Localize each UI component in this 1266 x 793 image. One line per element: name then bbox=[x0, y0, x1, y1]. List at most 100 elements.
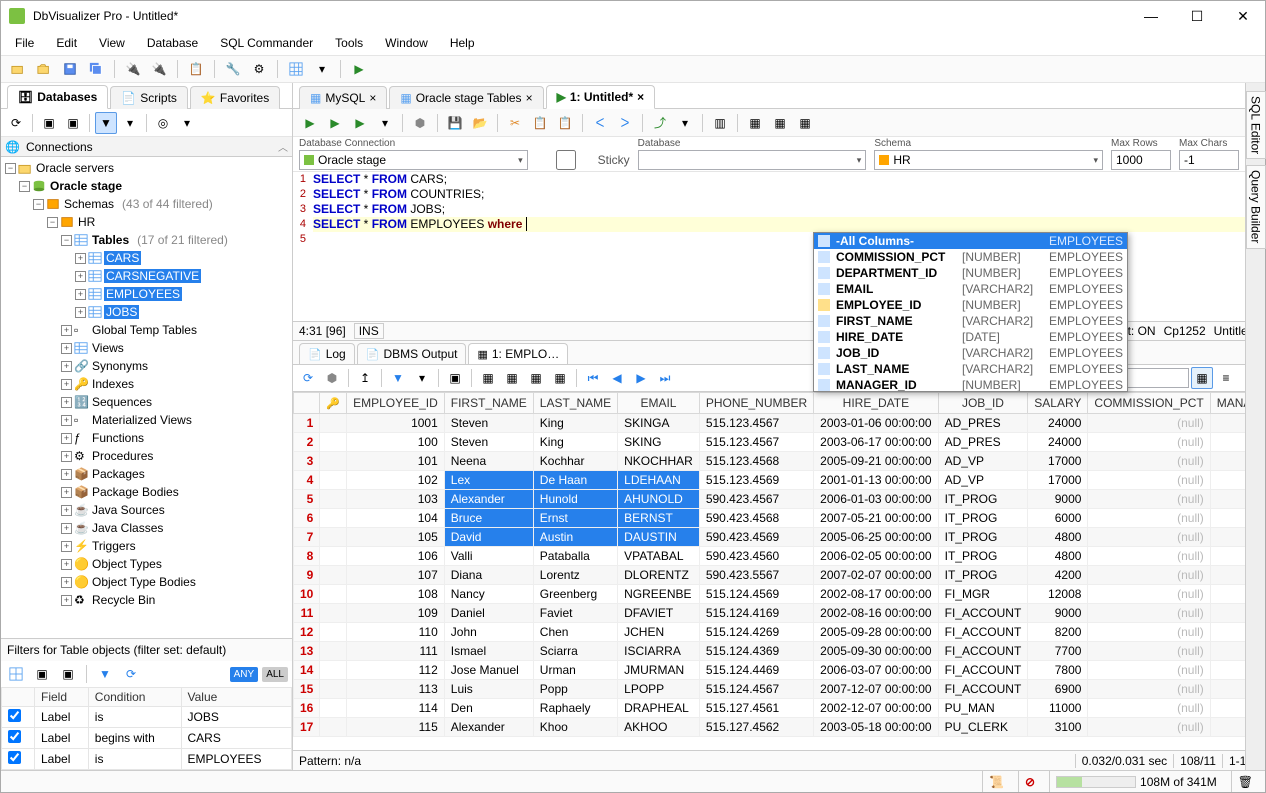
chevron-up-icon[interactable]: ︿ bbox=[278, 139, 288, 154]
autocomplete-item[interactable]: DEPARTMENT_ID[NUMBER]EMPLOYEES bbox=[814, 265, 1127, 281]
result-stop-icon[interactable]: ⬢ bbox=[321, 367, 343, 389]
tree-table[interactable]: +JOBS bbox=[1, 303, 292, 321]
target-dropdown-icon[interactable]: ▾ bbox=[176, 112, 198, 134]
tree-folder[interactable]: +🔑Indexes bbox=[1, 375, 292, 393]
menu-edit[interactable]: Edit bbox=[46, 32, 87, 54]
tree-folder[interactable]: +⚙Procedures bbox=[1, 447, 292, 465]
filter-checkbox[interactable] bbox=[8, 709, 21, 722]
result-grid4-icon[interactable]: ▦ bbox=[549, 367, 571, 389]
grid-row[interactable]: 13111IsmaelSciarraISCIARRA515.124.436920… bbox=[294, 642, 1266, 661]
result-tab[interactable]: 📄DBMS Output bbox=[357, 343, 467, 364]
filter-table[interactable]: FieldConditionValueLabelisJOBSLabelbegin… bbox=[1, 687, 292, 770]
grid-row[interactable]: 5103AlexanderHunoldAHUNOLD590.423.456720… bbox=[294, 490, 1266, 509]
tree-folder[interactable]: +📦Packages bbox=[1, 465, 292, 483]
save-icon[interactable] bbox=[59, 58, 81, 80]
sidebar-tab-favorites[interactable]: ⭐Favorites bbox=[190, 86, 280, 109]
result-tab[interactable]: 📄Log bbox=[299, 343, 355, 364]
grid-row[interactable]: 12110JohnChenJCHEN515.124.42692005-09-28… bbox=[294, 623, 1266, 642]
editor-tab[interactable]: ▶1: Untitled*× bbox=[546, 85, 656, 109]
tree-folder[interactable]: +🔢Sequences bbox=[1, 393, 292, 411]
tree-folder[interactable]: +🟡Object Type Bodies bbox=[1, 573, 292, 591]
result-filter-icon[interactable]: ▼ bbox=[387, 367, 409, 389]
refresh-icon[interactable]: ⟳ bbox=[5, 112, 27, 134]
tree-folder[interactable]: +▫Materialized Views bbox=[1, 411, 292, 429]
sticky-checkbox[interactable] bbox=[536, 150, 596, 170]
copy-ed-icon[interactable]: 📋 bbox=[529, 112, 551, 134]
result-grid-wrap[interactable]: 🔑EMPLOYEE_IDFIRST_NAMELAST_NAMEEMAILPHON… bbox=[293, 391, 1265, 750]
grid-row[interactable]: 10108NancyGreenbergNGREENBE515.124.45692… bbox=[294, 585, 1266, 604]
execute-explain-icon[interactable]: ▶ bbox=[349, 112, 371, 134]
target-icon[interactable]: ◎ bbox=[152, 112, 174, 134]
query-builder-side-tab[interactable]: Query Builder bbox=[1246, 165, 1266, 248]
sidebar-tab-scripts[interactable]: 📄Scripts bbox=[110, 86, 188, 109]
cut-icon[interactable]: ✂ bbox=[504, 112, 526, 134]
max-rows-input[interactable] bbox=[1111, 150, 1171, 170]
tree-folder[interactable]: +⚡Triggers bbox=[1, 537, 292, 555]
grid-header[interactable]: COMMISSION_PCT bbox=[1088, 393, 1210, 414]
autocomplete-item[interactable]: -All Columns-EMPLOYEES bbox=[814, 233, 1127, 249]
layout1-icon[interactable]: ▦ bbox=[744, 112, 766, 134]
maximize-button[interactable]: ☐ bbox=[1183, 6, 1211, 26]
grid-row[interactable]: 11109DanielFavietDFAVIET515.124.41692002… bbox=[294, 604, 1266, 623]
filter-row[interactable]: LabelisJOBS bbox=[2, 707, 292, 728]
tree-schemas[interactable]: −Schemas(43 of 44 filtered) bbox=[1, 195, 292, 213]
grid-row[interactable]: 15113LuisPoppLPOPP515.124.45672007-12-07… bbox=[294, 680, 1266, 699]
grid-header[interactable]: FIRST_NAME bbox=[444, 393, 533, 414]
grid-row[interactable]: 11001StevenKingSKINGA515.123.45672003-01… bbox=[294, 414, 1266, 433]
minimize-button[interactable]: — bbox=[1137, 6, 1165, 26]
tree-folder[interactable]: +🔗Synonyms bbox=[1, 357, 292, 375]
tree-folder[interactable]: +☕Java Classes bbox=[1, 519, 292, 537]
execute-dropdown-icon[interactable]: ▾ bbox=[374, 112, 396, 134]
grid-header[interactable]: LAST_NAME bbox=[533, 393, 617, 414]
result-grid3-icon[interactable]: ▦ bbox=[525, 367, 547, 389]
filter-dropdown-icon[interactable]: ▾ bbox=[119, 112, 141, 134]
share-dropdown-icon[interactable]: ▾ bbox=[674, 112, 696, 134]
menu-sql-commander[interactable]: SQL Commander bbox=[210, 32, 323, 54]
grid-row[interactable]: 7105DavidAustinDAUSTIN590.423.45692005-0… bbox=[294, 528, 1266, 547]
filter-row[interactable]: LabelisEMPLOYEES bbox=[2, 749, 292, 770]
grid-row[interactable]: 8106ValliPataballaVPATABAL590.423.456020… bbox=[294, 547, 1266, 566]
tree-panel[interactable]: −Oracle servers−Oracle stage−Schemas(43 … bbox=[1, 157, 292, 638]
database-combo[interactable]: ▾ bbox=[638, 150, 867, 170]
result-grid2-icon[interactable]: ▦ bbox=[501, 367, 523, 389]
grid-header[interactable]: PHONE_NUMBER bbox=[699, 393, 813, 414]
grid-header[interactable]: JOB_ID bbox=[938, 393, 1028, 414]
grid-row[interactable]: 3101NeenaKochharNKOCHHAR515.123.45682005… bbox=[294, 452, 1266, 471]
menu-help[interactable]: Help bbox=[440, 32, 485, 54]
plug-connect-icon[interactable]: 🔌 bbox=[122, 58, 144, 80]
result-grid[interactable]: 🔑EMPLOYEE_IDFIRST_NAMELAST_NAMEEMAILPHON… bbox=[293, 392, 1265, 737]
autocomplete-item[interactable]: COMMISSION_PCT[NUMBER]EMPLOYEES bbox=[814, 249, 1127, 265]
result-first-icon[interactable]: ⏮ bbox=[582, 367, 604, 389]
result-grid1-icon[interactable]: ▦ bbox=[477, 367, 499, 389]
tree-tables-folder[interactable]: −Tables(17 of 21 filtered) bbox=[1, 231, 292, 249]
grid-row[interactable]: 2100StevenKingSKING515.123.45672003-06-1… bbox=[294, 433, 1266, 452]
result-last-icon[interactable]: ⏭ bbox=[654, 367, 676, 389]
open-folder-icon[interactable] bbox=[33, 58, 55, 80]
grid-row[interactable]: 16114DenRaphaelyDRAPHEAL515.127.45612002… bbox=[294, 699, 1266, 718]
status-error-icon[interactable]: ⊘ bbox=[1018, 771, 1041, 792]
result-refresh-icon[interactable]: ⟳ bbox=[297, 367, 319, 389]
open-sql-icon[interactable]: 📂 bbox=[469, 112, 491, 134]
execute-current-icon[interactable]: ▶ bbox=[324, 112, 346, 134]
tree-database[interactable]: −Oracle stage bbox=[1, 177, 292, 195]
execute-icon[interactable]: ▶ bbox=[299, 112, 321, 134]
result-view-text-icon[interactable]: ≡ bbox=[1215, 367, 1237, 389]
grid-header[interactable]: 🔑 bbox=[320, 393, 347, 414]
tree-table[interactable]: +CARSNEGATIVE bbox=[1, 267, 292, 285]
result-copy-icon[interactable]: ▣ bbox=[444, 367, 466, 389]
new-folder-icon[interactable] bbox=[7, 58, 29, 80]
grid-row[interactable]: 6104BruceErnstBERNST590.423.45682007-05-… bbox=[294, 509, 1266, 528]
autocomplete-item[interactable]: EMAIL[VARCHAR2]EMPLOYEES bbox=[814, 281, 1127, 297]
grid-header[interactable]: EMPLOYEE_ID bbox=[347, 393, 445, 414]
tree-folder[interactable]: +🟡Object Types bbox=[1, 555, 292, 573]
filter-grid-icon[interactable] bbox=[5, 663, 27, 685]
sql-editor[interactable]: 12345 SELECT * FROM CARS; SELECT * FROM … bbox=[293, 171, 1265, 321]
schema-combo[interactable]: HR ▾ bbox=[874, 150, 1103, 170]
paste-icon[interactable]: 📋 bbox=[554, 112, 576, 134]
layout3-icon[interactable]: ▦ bbox=[794, 112, 816, 134]
run-icon[interactable]: ▶ bbox=[348, 58, 370, 80]
result-filter-drop-icon[interactable]: ▾ bbox=[411, 367, 433, 389]
grid-icon[interactable] bbox=[285, 58, 307, 80]
autocomplete-item[interactable]: LAST_NAME[VARCHAR2]EMPLOYEES bbox=[814, 361, 1127, 377]
filter-funnel-icon[interactable]: ▼ bbox=[94, 663, 116, 685]
